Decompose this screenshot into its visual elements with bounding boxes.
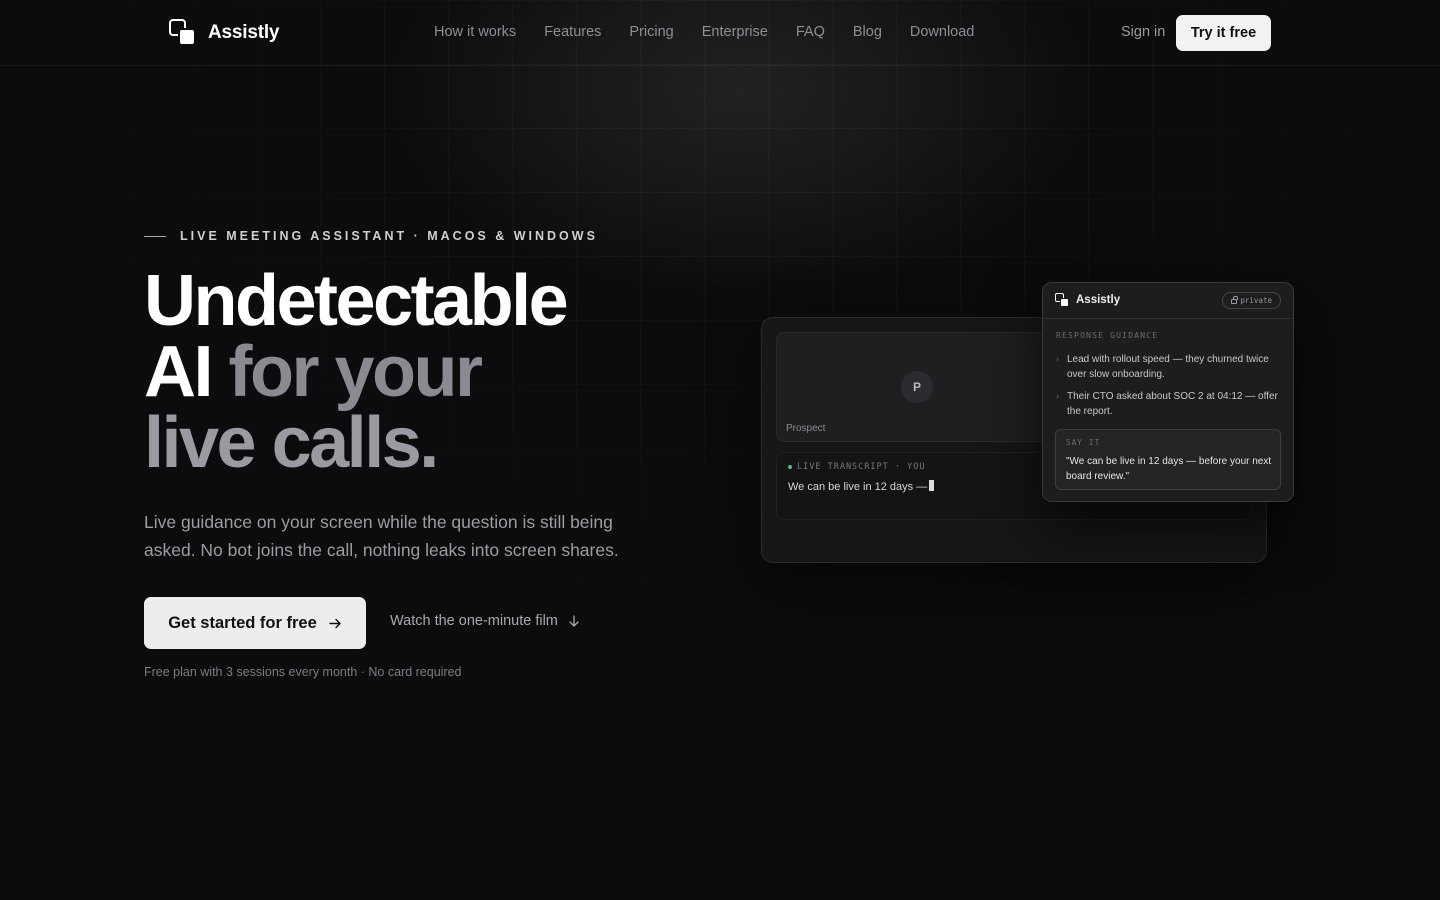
watch-film-label: Watch the one-minute film (390, 613, 558, 629)
transcript-label-text: LIVE TRANSCRIPT · YOU (797, 462, 926, 472)
say-it-text: "We can be live in 12 days — before your… (1066, 456, 1272, 482)
arrow-down-icon (569, 614, 579, 627)
chevron-right-icon: › (1056, 391, 1059, 401)
sign-in-link[interactable]: Sign in (1121, 24, 1165, 40)
response-guidance-label: RESPONSE GUIDANCE (1056, 331, 1159, 340)
brand-name: Assistly (208, 22, 280, 43)
nav-link-faq[interactable]: FAQ (796, 24, 825, 40)
guidance-item-text: Lead with rollout speed — they churned t… (1067, 354, 1269, 380)
participant-label: Prospect (786, 423, 826, 434)
guidance-item: › Lead with rollout speed — they churned… (1056, 352, 1281, 382)
headline-line-2a: AI (144, 332, 214, 412)
try-free-button[interactable]: Try it free (1176, 15, 1271, 51)
panel-header: Assistly private (1043, 283, 1293, 319)
avatar: P (901, 371, 933, 403)
assistly-logo-icon (1055, 293, 1069, 307)
transcript-label: LIVE TRANSCRIPT · YOU (788, 462, 925, 472)
nav-link-pricing[interactable]: Pricing (629, 24, 673, 40)
headline-line-2b: for your (228, 332, 484, 412)
get-started-label: Get started for free (168, 613, 317, 632)
lock-icon (1231, 296, 1238, 304)
hero-eyebrow: LIVE MEETING ASSISTANT · MACOS & WINDOWS (144, 229, 598, 243)
nav-link-how-it-works[interactable]: How it works (434, 24, 516, 40)
chevron-right-icon: › (1056, 354, 1059, 364)
say-it-box: SAY IT "We can be live in 12 days — befo… (1055, 429, 1281, 490)
brand-logo-link[interactable]: Assistly (168, 18, 279, 48)
get-started-button[interactable]: Get started for free (144, 597, 366, 649)
hero-headline: Undetectable AI for your live calls. (144, 265, 764, 479)
nav-link-blog[interactable]: Blog (853, 24, 882, 40)
nav-link-features[interactable]: Features (544, 24, 601, 40)
arrow-right-icon (329, 618, 341, 628)
eyebrow-text: LIVE MEETING ASSISTANT · MACOS & WINDOWS (180, 229, 598, 243)
private-badge-text: private (1240, 296, 1272, 305)
nav-links: How it works Features Pricing Enterprise… (434, 24, 974, 40)
nav-link-download[interactable]: Download (910, 24, 975, 40)
fine-print: Free plan with 3 sessions every month · … (144, 665, 462, 679)
top-nav: Assistly How it works Features Pricing E… (0, 0, 1440, 66)
eyebrow-line (144, 235, 166, 237)
transcript-text-content: We can be live in 12 days — (788, 481, 928, 493)
headline-line-1: Undetectable (144, 261, 569, 341)
assistly-logo-icon (168, 18, 198, 48)
headline-line-3: live calls. (144, 403, 439, 483)
nav-link-enterprise[interactable]: Enterprise (702, 24, 768, 40)
text-cursor-icon (929, 480, 935, 491)
panel-brand: Assistly (1055, 293, 1120, 307)
assistant-panel-mockup: Assistly private RESPONSE GUIDANCE › Lea… (1042, 282, 1294, 502)
panel-brand-name: Assistly (1076, 294, 1121, 306)
watch-film-link[interactable]: Watch the one-minute film (390, 613, 580, 629)
hero-subtitle: Live guidance on your screen while the q… (144, 512, 619, 560)
say-it-label: SAY IT (1066, 438, 1101, 447)
live-dot-icon (788, 465, 792, 469)
transcript-text: We can be live in 12 days — (788, 480, 935, 493)
guidance-item: › Their CTO asked about SOC 2 at 04:12 —… (1056, 389, 1281, 419)
guidance-item-text: Their CTO asked about SOC 2 at 04:12 — o… (1067, 391, 1278, 417)
private-badge: private (1222, 292, 1281, 309)
